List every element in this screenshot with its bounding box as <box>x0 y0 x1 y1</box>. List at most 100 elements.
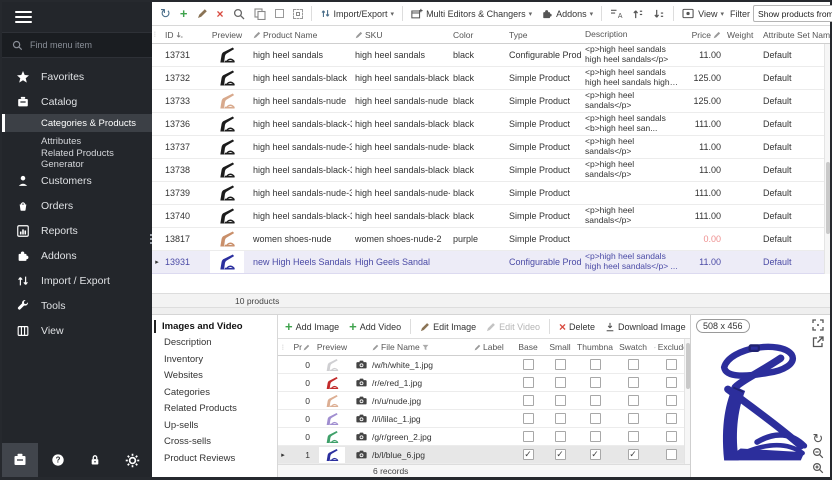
small-checkbox[interactable] <box>555 431 566 442</box>
add-video-button[interactable]: +Add Video <box>346 318 404 335</box>
open-external-button[interactable] <box>811 335 825 349</box>
products-scrollbar[interactable] <box>824 44 830 274</box>
tab-websites[interactable]: Websites <box>152 368 277 385</box>
swatch-checkbox[interactable]: ✓ <box>628 449 639 460</box>
column-options-icon[interactable]: ⋮ <box>278 344 288 351</box>
column-options-icon[interactable]: ⋮ <box>152 31 162 38</box>
scrollbar-thumb[interactable] <box>826 162 830 234</box>
column-header-thumbnail[interactable]: Thumbna <box>576 342 614 352</box>
move-top-button[interactable] <box>629 6 647 22</box>
multi-editors-menu[interactable]: Multi Editors & Changers▾ <box>408 6 535 22</box>
sidebar-search[interactable] <box>2 32 152 58</box>
menu-search-input[interactable] <box>30 40 130 50</box>
column-header-preview[interactable]: Preview <box>204 30 250 40</box>
product-row[interactable]: 13739high heel sandals-nude-37high heel … <box>152 182 830 205</box>
thumbnail-checkbox[interactable] <box>590 359 601 370</box>
base-checkbox[interactable] <box>523 431 534 442</box>
addons-menu[interactable]: Addons▾ <box>538 6 596 22</box>
column-header-color[interactable]: Color <box>450 30 506 40</box>
tab-related-products[interactable]: Related Products <box>152 401 277 418</box>
image-row[interactable]: 0/r/e/red_1.jpg <box>278 374 690 392</box>
thumbnail-checkbox[interactable] <box>590 377 601 388</box>
edit-video-button[interactable]: Edit Video <box>483 320 543 334</box>
category-filter-select[interactable]: Show products from selected categories ▾ <box>753 5 832 22</box>
sidebar-item-orders[interactable]: Orders <box>2 193 152 218</box>
thumbnail-checkbox[interactable]: ✓ <box>590 449 601 460</box>
image-row[interactable]: 0/n/u/nude.jpg <box>278 392 690 410</box>
add-image-button[interactable]: +Add Image <box>282 318 342 335</box>
product-row[interactable]: 13737high heel sandals-nude-36high heel … <box>152 136 830 159</box>
help-button[interactable]: ? <box>40 443 76 477</box>
small-checkbox[interactable] <box>555 359 566 370</box>
column-header-attribute-set[interactable]: Attribute Set Name <box>760 30 830 40</box>
paste-special-button[interactable] <box>290 7 306 21</box>
sidebar-item-tools[interactable]: Tools <box>2 293 152 318</box>
sidebar-item-customers[interactable]: Customers <box>2 168 152 193</box>
small-checkbox[interactable] <box>555 413 566 424</box>
swatch-checkbox[interactable] <box>628 431 639 442</box>
tab-up-sells[interactable]: Up-sells <box>152 417 277 434</box>
column-header-priority[interactable]: Pr <box>288 342 312 352</box>
base-checkbox[interactable] <box>523 377 534 388</box>
settings-button[interactable] <box>115 443 151 477</box>
base-checkbox[interactable]: ✓ <box>523 449 534 460</box>
sidebar-item-favorites[interactable]: Favorites <box>2 64 152 89</box>
column-header-type[interactable]: Type <box>506 30 582 40</box>
exclude-checkbox[interactable] <box>666 449 677 460</box>
image-row[interactable]: 0/l/i/lilac_1.jpg <box>278 410 690 428</box>
image-row[interactable]: 0/g/r/green_2.jpg <box>278 428 690 446</box>
zoom-out-button[interactable] <box>811 446 825 460</box>
column-header-file-name[interactable]: File Name <box>370 342 472 352</box>
product-row[interactable]: 13731high heel sandalshigh heel sandalsb… <box>152 44 830 67</box>
edit-product-button[interactable] <box>194 6 211 21</box>
sidebar-item-related-products-generator[interactable]: Related Products Generator <box>2 150 152 168</box>
sort-az-button[interactable]: A <box>607 6 626 21</box>
product-row[interactable]: 13732high heel sandals-blackhigh heel sa… <box>152 67 830 90</box>
sidebar-item-catalog[interactable]: Catalog <box>2 89 152 114</box>
product-row[interactable]: 13738high heel sandals-black-37high heel… <box>152 159 830 182</box>
exclude-checkbox[interactable] <box>666 377 677 388</box>
column-header-weight[interactable]: Weight <box>724 30 760 40</box>
search-button[interactable] <box>230 6 248 22</box>
rotate-button[interactable]: ↻ <box>811 431 825 445</box>
column-header-description[interactable]: Description <box>582 30 682 40</box>
exclude-checkbox[interactable] <box>666 413 677 424</box>
thumbnail-checkbox[interactable] <box>590 431 601 442</box>
column-header-product-name[interactable]: Product Name <box>250 30 352 40</box>
fit-to-screen-button[interactable] <box>811 318 825 332</box>
delete-product-button[interactable]: × <box>214 6 227 22</box>
download-image-button[interactable]: Download Image <box>602 320 689 334</box>
product-row[interactable]: 13740high heel sandals-black-38high heel… <box>152 205 830 228</box>
column-header-small[interactable]: Small <box>544 342 576 352</box>
small-checkbox[interactable] <box>555 377 566 388</box>
zoom-in-button[interactable] <box>811 461 825 475</box>
base-checkbox[interactable] <box>523 359 534 370</box>
tab-images-and-video[interactable]: Images and Video <box>152 318 277 335</box>
sidebar-splitter-grip[interactable] <box>149 234 153 244</box>
tab-cross-sells[interactable]: Cross-sells <box>152 434 277 451</box>
product-row[interactable]: ▸13931new High Heels SandalsHigh Geels S… <box>152 251 830 274</box>
product-row[interactable]: 13736high heel sandals-black-36high heel… <box>152 113 830 136</box>
sidebar-item-categories-products[interactable]: Categories & Products <box>2 114 152 132</box>
copy-button[interactable] <box>251 6 269 22</box>
column-header-preview[interactable]: Preview <box>312 342 352 352</box>
product-row[interactable]: 13817women shoes-nudewomen shoes-nude-2p… <box>152 228 830 251</box>
refresh-button[interactable]: ↻ <box>157 5 174 22</box>
column-header-swatch[interactable]: Swatch <box>614 342 652 352</box>
select-checkbox-button[interactable] <box>272 7 287 20</box>
column-header-label[interactable]: Label <box>472 342 512 352</box>
tab-product-reviews[interactable]: Product Reviews <box>152 450 277 467</box>
exclude-checkbox[interactable] <box>666 431 677 442</box>
sidebar-item-reports[interactable]: Reports <box>2 218 152 243</box>
sidebar-item-import-export[interactable]: Import / Export <box>2 268 152 293</box>
base-checkbox[interactable] <box>523 395 534 406</box>
product-row[interactable]: 13733high heel sandals-nudehigh heel san… <box>152 90 830 113</box>
swatch-checkbox[interactable] <box>628 377 639 388</box>
column-header-base[interactable]: Base <box>512 342 544 352</box>
tab-description[interactable]: Description <box>152 335 277 352</box>
move-bottom-button[interactable] <box>650 6 668 22</box>
base-checkbox[interactable] <box>523 413 534 424</box>
swatch-checkbox[interactable] <box>628 413 639 424</box>
sidebar-item-addons[interactable]: Addons <box>2 243 152 268</box>
add-product-button[interactable]: + <box>177 5 191 22</box>
